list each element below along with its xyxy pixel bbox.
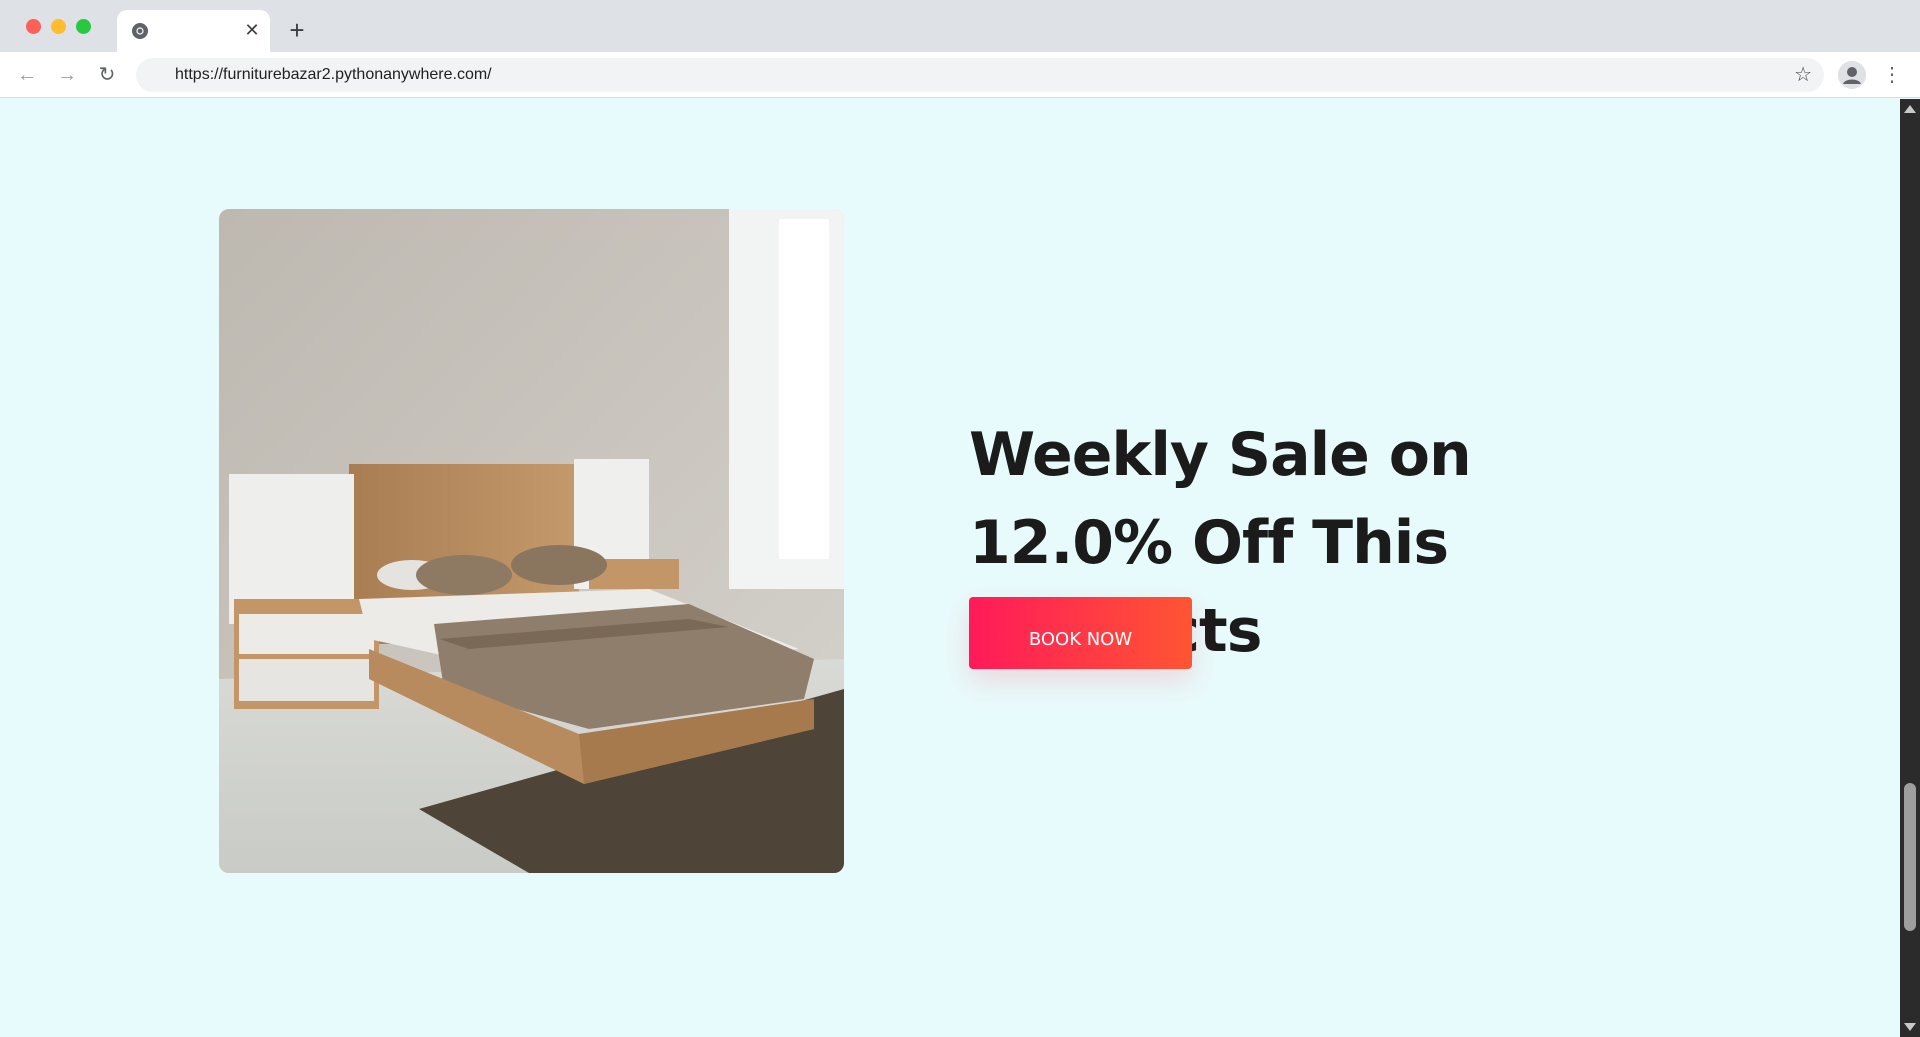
url-text[interactable]: https://furniturebazar2.pythonanywhere.c… — [175, 66, 492, 84]
forward-arrow-icon[interactable]: → — [54, 62, 80, 88]
browser-tab-strip: ✕ + — [0, 0, 1920, 52]
reload-icon[interactable]: ↻ — [94, 62, 120, 88]
new-tab-icon[interactable]: + — [284, 17, 310, 43]
close-window-button[interactable] — [26, 19, 41, 34]
bookmark-star-icon[interactable]: ☆ — [1794, 63, 1812, 87]
bed-photo — [219, 209, 844, 873]
chrome-icon — [132, 23, 148, 39]
browser-toolbar: ← → ↻ https://furniturebazar2.pythonanyw… — [0, 52, 1920, 98]
scroll-up-arrow-icon[interactable] — [1904, 105, 1916, 113]
browser-tab[interactable]: ✕ — [117, 10, 270, 52]
scrollbar-thumb[interactable] — [1904, 783, 1916, 931]
book-now-button[interactable]: BOOK NOW — [969, 597, 1192, 669]
address-bar[interactable]: https://furniturebazar2.pythonanywhere.c… — [136, 58, 1824, 92]
browser-menu-icon[interactable]: ⋮ — [1882, 61, 1902, 89]
minimize-window-button[interactable] — [51, 19, 66, 34]
scroll-down-arrow-icon[interactable] — [1904, 1023, 1916, 1031]
close-tab-icon[interactable]: ✕ — [241, 19, 263, 41]
back-arrow-icon[interactable]: ← — [14, 62, 40, 88]
maximize-window-button[interactable] — [76, 19, 91, 34]
profile-avatar-icon[interactable] — [1838, 61, 1866, 89]
bed-illustration — [219, 209, 844, 873]
page-content: Weekly Sale on 12.0% Off This Products B… — [0, 99, 1900, 1037]
vertical-scrollbar[interactable] — [1900, 99, 1920, 1037]
